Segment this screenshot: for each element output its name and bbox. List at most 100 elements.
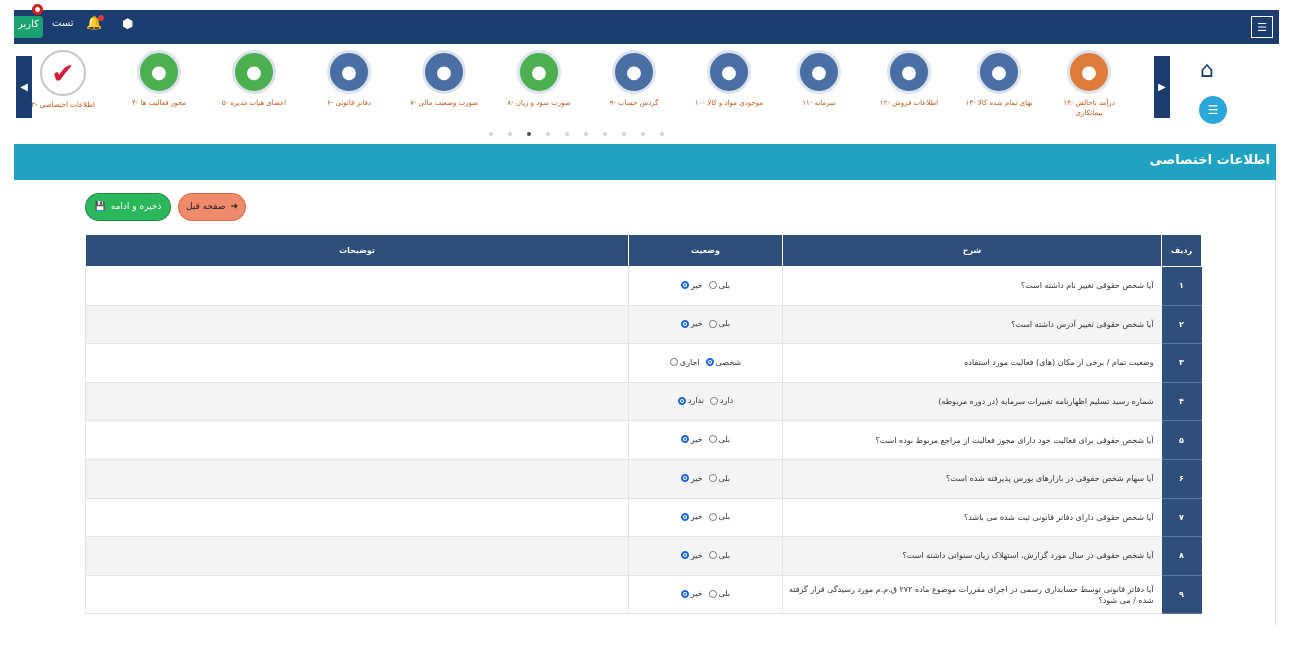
- notes-cell[interactable]: [85, 575, 629, 615]
- step-item[interactable]: ● ۹- گردش حساب: [599, 50, 669, 108]
- notes-cell[interactable]: [85, 343, 629, 383]
- radio-option-2[interactable]: خیر: [680, 589, 703, 598]
- status-cell: خیر بلی: [628, 459, 783, 499]
- row-number: ۷: [1161, 498, 1202, 538]
- step-item[interactable]: ● ۸- صورت سود و زیان: [504, 50, 574, 108]
- step-item[interactable]: ● ۵- اعضای هیات مدیره: [219, 50, 289, 108]
- radio-label: شخصی: [715, 357, 742, 367]
- notes-cell[interactable]: [85, 459, 629, 499]
- radio-button[interactable]: [708, 435, 717, 444]
- notes-cell[interactable]: [85, 536, 629, 576]
- radio-button[interactable]: [680, 474, 689, 483]
- pagination-dot[interactable]: [584, 132, 588, 136]
- step-item[interactable]: ● ۷- صورت وضعیت مالی: [409, 50, 479, 108]
- radio-button[interactable]: [677, 396, 686, 405]
- radio-label: دارد: [719, 396, 734, 406]
- status-cell: خیر بلی: [628, 266, 783, 306]
- table-row: خیر بلی آیا سهام شخص حقوقی در بازارهای بور…: [85, 459, 1202, 499]
- radio-button[interactable]: [708, 319, 717, 328]
- step-label: ۹- گردش حساب: [609, 99, 659, 107]
- home-icon[interactable]: ⌂: [1200, 58, 1214, 83]
- top-bar: کاربر تست 🔔 ⬢ ☰: [14, 4, 1279, 44]
- radio-option-1[interactable]: شخصی: [705, 357, 742, 367]
- radio-option-1[interactable]: بلی: [708, 551, 730, 560]
- step-label: ۷- صورت وضعیت مالی: [409, 99, 479, 107]
- user-name[interactable]: تست: [52, 18, 74, 29]
- step-item[interactable]: ✔ ۳- اطلاعات اختصاصی: [28, 50, 98, 110]
- radio-button[interactable]: [708, 551, 717, 560]
- save-continue-button[interactable]: 💾 ذخیره و ادامه: [85, 193, 171, 221]
- radio-option-1[interactable]: بلی: [708, 281, 730, 290]
- description-cell: آیا شخص حقوقی تغییر آدرس داشته است؟: [782, 305, 1162, 345]
- notes-cell[interactable]: [85, 266, 629, 306]
- pagination-dot[interactable]: [508, 132, 512, 136]
- row-number: ۳: [1161, 343, 1202, 383]
- notes-cell[interactable]: [85, 420, 629, 460]
- step-item[interactable]: ● ۱۳- بهای تمام شده کالا: [964, 50, 1034, 108]
- table-row: ندارد دارد شماره رسید تسلیم اظهارنامه تغیی…: [85, 382, 1202, 422]
- pagination-dot[interactable]: [622, 132, 626, 136]
- side-menu-icon[interactable]: ☰: [1199, 96, 1227, 124]
- radio-option-1[interactable]: بلی: [708, 435, 730, 444]
- notes-cell[interactable]: [85, 498, 629, 538]
- radio-option-2[interactable]: خیر: [680, 551, 703, 560]
- step-item[interactable]: ● ۱۰- موجودی مواد و کالا: [694, 50, 764, 108]
- step-item[interactable]: ● ۴- مجوز فعالیت ها: [124, 50, 194, 108]
- radio-button[interactable]: [669, 358, 678, 367]
- radio-option-1[interactable]: بلی: [708, 319, 730, 328]
- user-chip[interactable]: کاربر: [14, 16, 43, 38]
- carousel-next-button[interactable]: ▶: [1154, 56, 1170, 118]
- radio-button[interactable]: [680, 281, 689, 290]
- pagination-dot-active[interactable]: [527, 132, 531, 136]
- step-item[interactable]: ● ۱۲- اطلاعات فروش: [874, 50, 944, 108]
- step-label: ۱۱- سرمایه: [802, 99, 836, 107]
- radio-button[interactable]: [708, 512, 717, 521]
- radio-option-2[interactable]: خیر: [680, 474, 703, 483]
- table-row: خیر بلی آیا شخص حقوقی تغییر آدرس داشته است…: [85, 305, 1202, 345]
- radio-button[interactable]: [708, 589, 717, 598]
- radio-button[interactable]: [680, 435, 689, 444]
- board-members-icon: ●: [232, 50, 276, 94]
- radio-option-2[interactable]: خیر: [680, 434, 703, 444]
- radio-button[interactable]: [680, 512, 689, 521]
- pagination-dot[interactable]: [603, 132, 607, 136]
- radio-button[interactable]: [708, 281, 717, 290]
- radio-button[interactable]: [709, 396, 718, 405]
- radio-label: بلی: [718, 512, 731, 522]
- specific-info-table: توضیحات وضعیت شرح ردیف خیر بلی آیا شخص حقو…: [85, 234, 1202, 615]
- radio-option-1[interactable]: دارد: [709, 396, 734, 406]
- notes-cell[interactable]: [85, 382, 629, 422]
- step-item[interactable]: ● ۶- دفاتر قانونی: [314, 50, 384, 108]
- description-cell: آیا شخص حقوقی برای فعالیت خود دارای مجوز…: [782, 420, 1162, 460]
- radio-option-2[interactable]: خیر: [680, 281, 703, 290]
- step-item[interactable]: ● ۱۴- درآمد ناخالص پیمانکاری: [1054, 50, 1124, 118]
- radio-option-2[interactable]: خیر: [680, 512, 703, 522]
- radio-label: خیر: [690, 434, 703, 444]
- radio-option-2[interactable]: ندارد: [677, 396, 704, 405]
- pagination-dot[interactable]: [489, 132, 493, 136]
- row-number: ۱: [1161, 266, 1202, 306]
- radio-button[interactable]: [680, 589, 689, 598]
- radio-option-2[interactable]: خیر: [680, 319, 703, 328]
- pagination-dot[interactable]: [565, 132, 569, 136]
- package-icon[interactable]: ⬢: [122, 17, 133, 32]
- prev-label: صفحه قبل: [185, 202, 226, 212]
- hamburger-icon[interactable]: ☰: [1251, 16, 1273, 38]
- pagination-dot[interactable]: [641, 132, 645, 136]
- radio-option-2[interactable]: اجاری: [669, 358, 700, 367]
- pagination-dot[interactable]: [660, 132, 664, 136]
- notes-cell[interactable]: [85, 305, 629, 345]
- radio-option-1[interactable]: بلی: [708, 474, 730, 483]
- radio-button[interactable]: [705, 358, 714, 367]
- section-title: اطلاعات اختصاصی: [1149, 153, 1270, 168]
- step-label: ۸- صورت سود و زیان: [507, 99, 571, 107]
- radio-label: خیر: [690, 512, 703, 522]
- pagination-dot[interactable]: [546, 132, 550, 136]
- radio-button[interactable]: [708, 474, 717, 483]
- previous-page-button[interactable]: صفحه قبل ➜: [178, 193, 246, 221]
- step-item[interactable]: ● ۱۱- سرمایه: [784, 50, 854, 108]
- radio-option-1[interactable]: بلی: [708, 589, 730, 598]
- radio-option-1[interactable]: بلی: [708, 512, 731, 522]
- radio-button[interactable]: [680, 319, 689, 328]
- radio-button[interactable]: [680, 551, 689, 560]
